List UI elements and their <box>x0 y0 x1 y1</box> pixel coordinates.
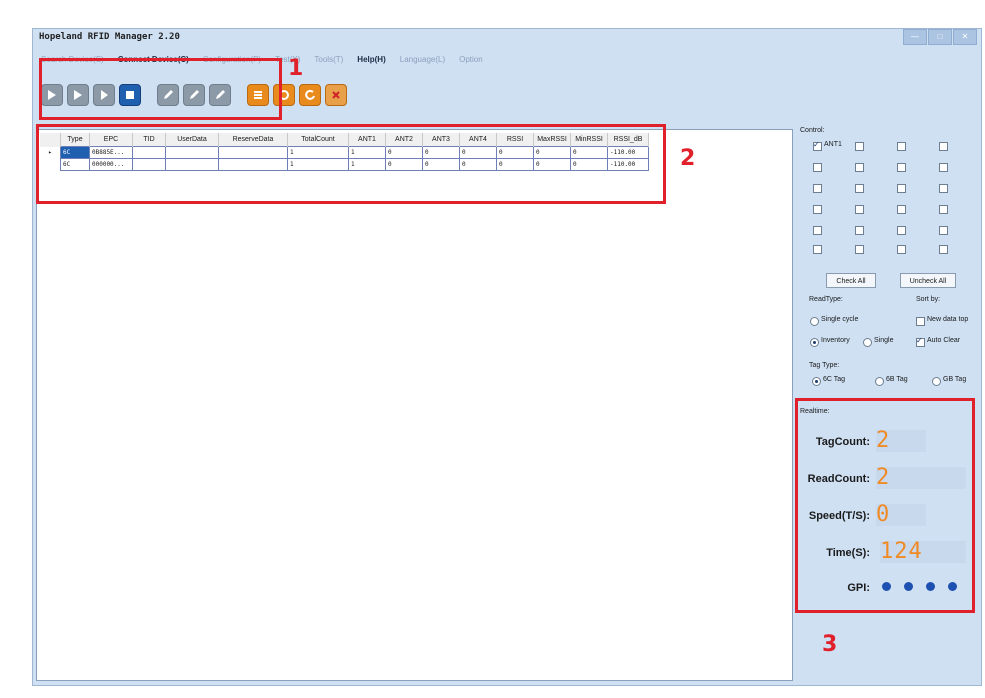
new-data-top-checkbox[interactable] <box>916 317 925 326</box>
menu-option[interactable]: Option <box>459 55 483 64</box>
annotation-box-1 <box>39 58 282 120</box>
antenna-checkbox[interactable] <box>813 245 822 254</box>
antenna-checkbox[interactable] <box>855 142 864 151</box>
tag-type-6b-label: 6B Tag <box>886 376 908 383</box>
antenna-checkbox[interactable] <box>897 205 906 214</box>
antenna-checkbox[interactable] <box>939 205 948 214</box>
new-data-top-label: New data top <box>927 316 969 323</box>
antenna-checkbox[interactable] <box>939 184 948 193</box>
antenna-checkbox[interactable] <box>897 184 906 193</box>
antenna-checkbox[interactable] <box>855 205 864 214</box>
annotation-number-1: 1 <box>288 56 304 81</box>
reset-icon <box>305 89 315 100</box>
antenna-checkbox[interactable] <box>939 163 948 172</box>
antenna-checkbox[interactable] <box>855 245 864 254</box>
minimize-button[interactable]: — <box>903 29 927 45</box>
control-label: Control: <box>800 127 825 134</box>
antenna-checkbox[interactable] <box>855 163 864 172</box>
tag-type-6b-radio[interactable] <box>875 377 884 386</box>
antenna-checkbox[interactable] <box>939 142 948 151</box>
window-controls: — □ ✕ <box>903 29 977 45</box>
ant1-label: ANT1 <box>824 141 842 148</box>
antenna-checkbox[interactable] <box>855 226 864 235</box>
antenna-checkbox[interactable] <box>813 205 822 214</box>
ant1-checkbox[interactable] <box>813 140 822 151</box>
annotation-box-3 <box>795 398 975 613</box>
check-all-button[interactable]: Check All <box>826 273 876 288</box>
tag-type-6c-label: 6C Tag <box>823 376 846 383</box>
antenna-checkbox[interactable] <box>897 142 906 151</box>
antenna-checkbox[interactable] <box>813 226 822 235</box>
annotation-box-2 <box>36 124 666 204</box>
single-cycle-label: Single cycle <box>821 316 859 323</box>
single-label: Single <box>874 337 894 344</box>
read-type-label: ReadType: <box>809 296 843 303</box>
title-bar: Hopeland RFID Manager 2.20 — □ ✕ <box>33 29 981 47</box>
maximize-button[interactable]: □ <box>928 29 952 45</box>
antenna-checkbox[interactable] <box>813 184 822 193</box>
antenna-checkbox[interactable] <box>897 245 906 254</box>
antenna-checkbox[interactable] <box>939 226 948 235</box>
antenna-checkbox[interactable] <box>897 163 906 172</box>
menu-tools[interactable]: Tools(T) <box>314 55 343 64</box>
tag-type-label: Tag Type: <box>809 362 840 369</box>
tag-type-gb-radio[interactable] <box>932 377 941 386</box>
antenna-checkbox[interactable] <box>897 226 906 235</box>
sort-by-label: Sort by: <box>916 296 941 303</box>
single-cycle-radio[interactable] <box>810 317 819 326</box>
auto-clear-checkbox[interactable] <box>916 336 925 347</box>
inventory-radio[interactable] <box>810 338 819 347</box>
reset-button[interactable] <box>299 84 321 106</box>
auto-clear-label: Auto Clear <box>927 337 961 344</box>
tag-grid[interactable]: Type EPC TID UserData ReserveData TotalC… <box>36 129 793 681</box>
menu-help[interactable]: Help(H) <box>357 55 385 64</box>
close-button[interactable]: ✕ <box>953 29 977 45</box>
annotation-number-3: 3 <box>822 632 838 657</box>
inventory-label: Inventory <box>821 337 850 344</box>
annotation-number-2: 2 <box>680 146 696 171</box>
antenna-checkbox[interactable] <box>813 163 822 172</box>
single-radio[interactable] <box>863 338 872 347</box>
menu-language[interactable]: Language(L) <box>400 55 445 64</box>
tag-type-gb-label: GB Tag <box>943 376 967 383</box>
antenna-checkbox[interactable] <box>939 245 948 254</box>
uncheck-all-button[interactable]: Uncheck All <box>900 273 956 288</box>
tag-type-6c-radio[interactable] <box>812 377 821 386</box>
antenna-checkbox[interactable] <box>855 184 864 193</box>
clear-button[interactable] <box>325 84 347 106</box>
clear-icon <box>332 91 340 99</box>
window-title: Hopeland RFID Manager 2.20 <box>39 32 180 42</box>
